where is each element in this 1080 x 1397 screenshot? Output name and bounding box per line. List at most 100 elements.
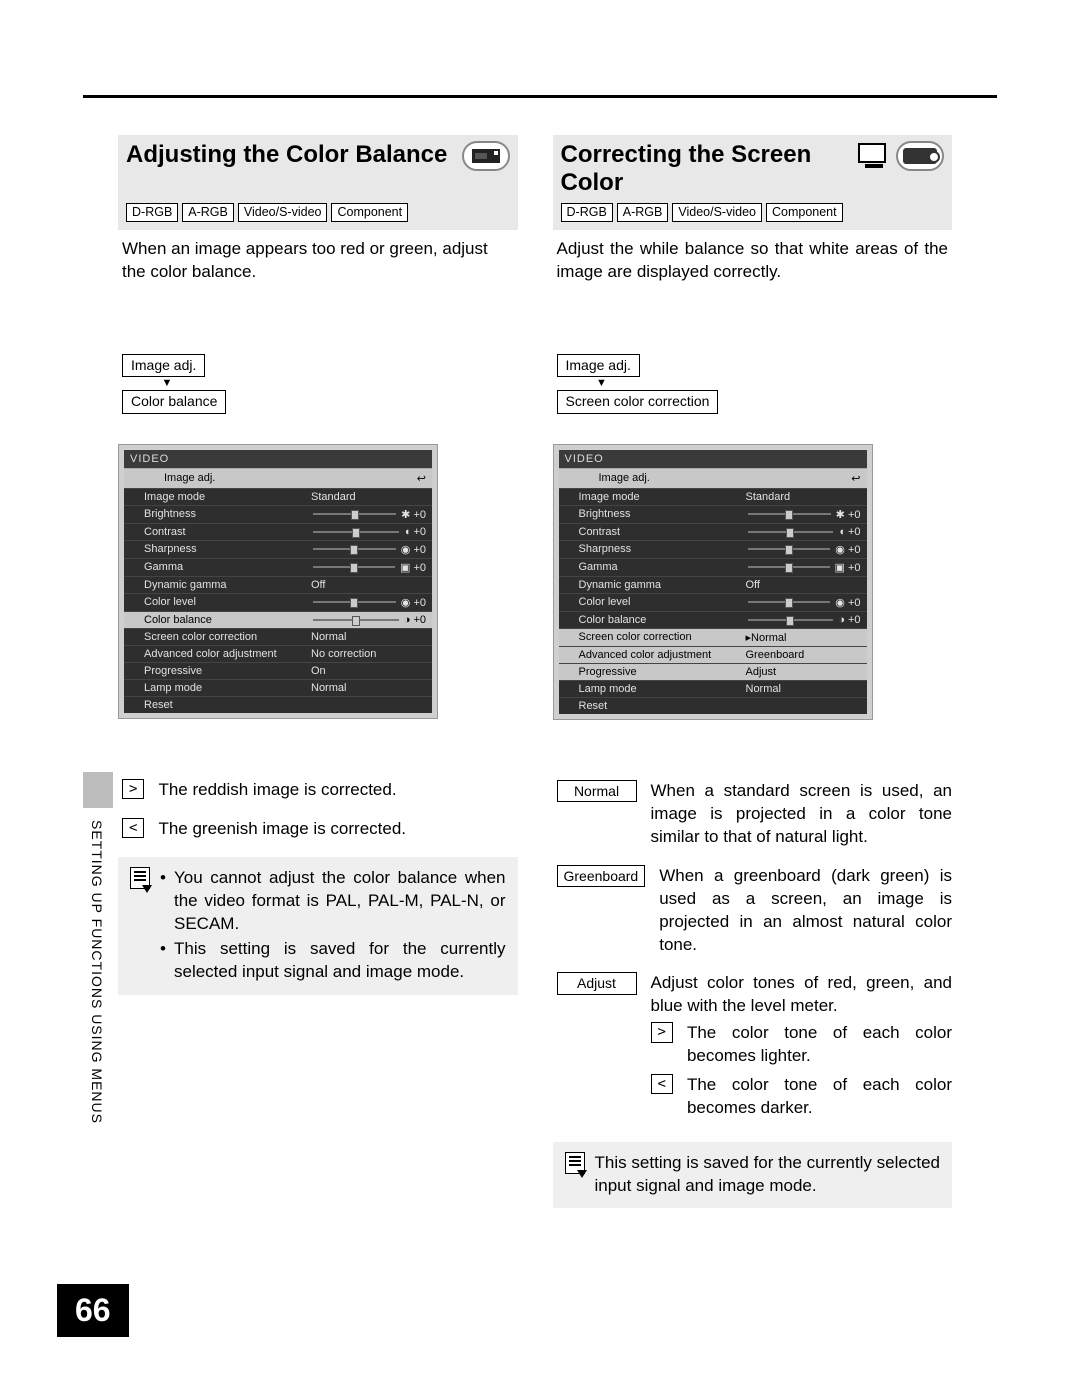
menu-item-label: Color balance bbox=[144, 614, 311, 626]
menu-item-label: Advanced color adjustment bbox=[144, 648, 311, 660]
tag: Video/S-video bbox=[672, 203, 762, 222]
menu-item-label: Color balance bbox=[579, 614, 746, 626]
menu-items: Image modeStandard Brightness✱ +0 Contrast… bbox=[559, 488, 867, 714]
side-tab bbox=[83, 772, 113, 808]
menu-row: Advanced color adjustmentGreenboard bbox=[559, 646, 867, 663]
chevron-down-icon: ▼ bbox=[122, 378, 212, 389]
pc-icon bbox=[858, 143, 890, 169]
menu-item-label: Sharpness bbox=[144, 543, 311, 555]
menu-item-label: Image mode bbox=[144, 491, 311, 503]
menu-tab-label: Image adj. bbox=[164, 472, 215, 485]
menu-path: Image adj. ▼ Screen color correction bbox=[553, 354, 953, 414]
menu-tab: Image adj. ↩ bbox=[559, 468, 867, 488]
menu-item-label: Image mode bbox=[579, 491, 746, 503]
menu-item-value: ◑ +0 bbox=[746, 614, 861, 626]
menu-item-label: Color level bbox=[144, 596, 311, 608]
menu-row: Contrast◖ +0 bbox=[124, 523, 432, 540]
menu-item-value: ◉ +0 bbox=[311, 596, 426, 609]
crumb-bottom: Screen color correction bbox=[557, 390, 719, 414]
option-label: Normal bbox=[557, 780, 637, 802]
note-body: This setting is saved for the currently … bbox=[595, 1152, 941, 1198]
menu-row: Brightness✱ +0 bbox=[124, 505, 432, 523]
sub-key-desc: The color tone of each color becomes dar… bbox=[687, 1074, 952, 1120]
menu-row: Advanced color adjustmentNo correction bbox=[124, 645, 432, 662]
menu-item-value: Adjust bbox=[746, 666, 861, 678]
menu-row: Reset bbox=[124, 696, 432, 713]
menu-item-label: Color level bbox=[579, 596, 746, 608]
menu-row: Sharpness◉ +0 bbox=[559, 540, 867, 558]
osd-menu-screenshot: VIDEO Image adj.↩ Image modeStandardBrig… bbox=[118, 444, 438, 719]
menu-item-label: Brightness bbox=[144, 508, 311, 520]
menu-item-label: Screen color correction bbox=[579, 631, 746, 643]
tag: A-RGB bbox=[617, 203, 669, 222]
key-desc: The greenish image is corrected. bbox=[158, 818, 517, 841]
menu-item-value: Greenboard bbox=[746, 649, 861, 661]
intro-text: Adjust the while balance so that white a… bbox=[553, 230, 953, 284]
return-icon: ↩ bbox=[851, 472, 860, 485]
input-tags-right: D-RGB A-RGB Video/S-video Component bbox=[553, 203, 953, 230]
menu-header: VIDEO bbox=[124, 450, 432, 468]
menu-item-label: Lamp mode bbox=[144, 682, 311, 694]
menu-item-label: Progressive bbox=[579, 666, 746, 678]
menu-item-value: ◉ +0 bbox=[311, 543, 426, 556]
menu-item-value: Standard bbox=[311, 491, 426, 503]
menu-row: Color level◉ +0 bbox=[559, 593, 867, 611]
menu-row: Screen color correction▸Normal bbox=[559, 628, 867, 646]
menu-item-value: ▸Normal bbox=[746, 631, 861, 644]
menu-item-value: No correction bbox=[311, 648, 426, 660]
menu-item-label: Reset bbox=[579, 700, 746, 712]
right-column: Correcting the Screen Color D-RGB A-RGB … bbox=[553, 135, 953, 1208]
right-arrow-key: > bbox=[122, 779, 144, 799]
menu-item-label: Gamma bbox=[144, 561, 311, 573]
menu-item-value: ◉ +0 bbox=[746, 543, 861, 556]
menu-path: Image adj. ▼ Color balance bbox=[118, 354, 518, 414]
option-desc: When a greenboard (dark green) is used a… bbox=[659, 865, 952, 957]
menu-row: Gamma▣ +0 bbox=[124, 558, 432, 576]
menu-item-label: Dynamic gamma bbox=[579, 579, 746, 591]
page-number: 66 bbox=[57, 1284, 129, 1337]
input-tags-left: D-RGB A-RGB Video/S-video Component bbox=[118, 203, 518, 230]
menu-row: Dynamic gammaOff bbox=[559, 576, 867, 593]
menu-item-value: Standard bbox=[746, 491, 861, 503]
menu-item-value: Off bbox=[311, 579, 426, 591]
side-section-label: SETTING UP FUNCTIONS USING MENUS bbox=[89, 820, 105, 1124]
key-row: > The reddish image is corrected. bbox=[118, 779, 518, 802]
menu-tab-label: Image adj. bbox=[599, 472, 650, 485]
sub-key-desc: The color tone of each color becomes lig… bbox=[687, 1022, 952, 1068]
menu-item-value: ✱ +0 bbox=[311, 508, 426, 521]
note-icon bbox=[130, 867, 150, 889]
menu-item-value: ◑ +0 bbox=[311, 614, 426, 626]
menu-item-label: Dynamic gamma bbox=[144, 579, 311, 591]
menu-item-label: Lamp mode bbox=[579, 683, 746, 695]
menu-item-label: Advanced color adjustment bbox=[579, 649, 746, 661]
menu-row: Lamp modeNormal bbox=[559, 680, 867, 697]
note-box: This setting is saved for the currently … bbox=[553, 1142, 953, 1208]
menu-row: Brightness✱ +0 bbox=[559, 505, 867, 523]
note-item: This setting is saved for the currently … bbox=[160, 938, 506, 984]
option-desc: Adjust color tones of red, green, and bl… bbox=[651, 972, 953, 1018]
menu-item-value: ▣ +0 bbox=[746, 561, 861, 574]
remote-icon bbox=[462, 141, 510, 171]
menu-item-value: ◉ +0 bbox=[746, 596, 861, 609]
option-desc: When a standard screen is used, an image… bbox=[651, 780, 953, 849]
tag: D-RGB bbox=[561, 203, 613, 222]
option-label: Adjust bbox=[557, 972, 637, 994]
chevron-down-icon: ▼ bbox=[557, 378, 647, 389]
menu-row: Sharpness◉ +0 bbox=[124, 540, 432, 558]
crumb-top: Image adj. bbox=[557, 354, 640, 378]
tag: Component bbox=[331, 203, 408, 222]
menu-item-value: Off bbox=[746, 579, 861, 591]
note-item: You cannot adjust the color balance when… bbox=[160, 867, 506, 936]
arrow-key: > bbox=[651, 1022, 673, 1042]
menu-item-label: Brightness bbox=[579, 508, 746, 520]
header-icons bbox=[858, 141, 944, 171]
menu-item-label: Progressive bbox=[144, 665, 311, 677]
option-row: Adjust Adjust color tones of red, green, … bbox=[553, 972, 953, 1126]
section-header-right: Correcting the Screen Color bbox=[553, 135, 953, 203]
menu-item-label: Contrast bbox=[579, 526, 746, 538]
section-title: Adjusting the Color Balance bbox=[126, 141, 462, 169]
content-columns: Adjusting the Color Balance D-RGB A-RGB … bbox=[118, 135, 952, 1208]
crumb-top: Image adj. bbox=[122, 354, 205, 378]
menu-item-label: Contrast bbox=[144, 526, 311, 538]
sub-key-row: <The color tone of each color becomes da… bbox=[651, 1074, 953, 1120]
